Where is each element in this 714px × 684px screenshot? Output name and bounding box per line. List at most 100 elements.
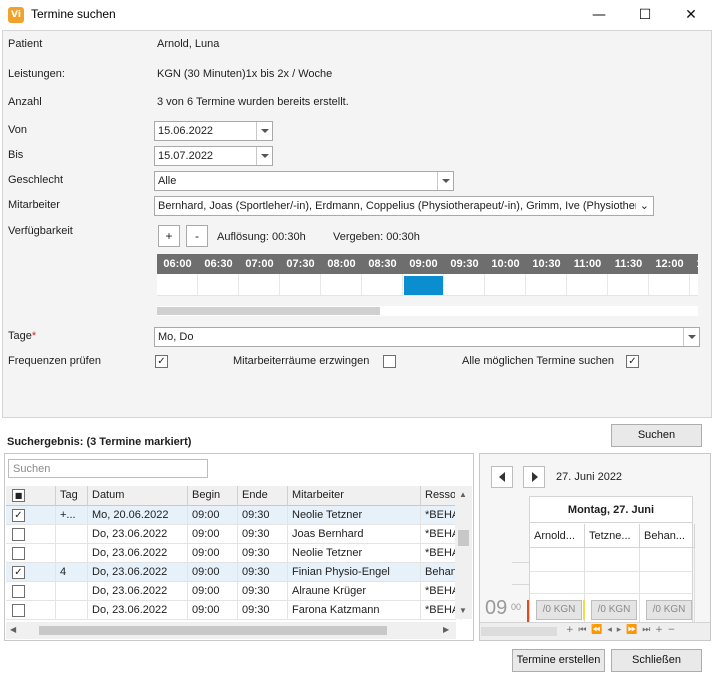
von-date-value: 15.06.2022 <box>158 125 214 137</box>
table-row[interactable]: ✓ 4 Do, 23.06.2022 09:00 09:30 Finian Physio-… <box>6 563 461 582</box>
scroll-up-icon[interactable]: ▲ <box>459 490 467 499</box>
timeline-scroll-thumb[interactable] <box>157 307 380 315</box>
timeline-slot[interactable] <box>321 274 362 295</box>
timeline-hour-label: 07:30 <box>286 258 315 270</box>
timeline-slot[interactable] <box>526 274 567 295</box>
column-header[interactable]: Begin <box>188 486 238 506</box>
frequenzen-checkbox[interactable]: ✓ <box>155 355 168 368</box>
table-row[interactable]: ✓ +... Mo, 20.06.2022 09:00 09:30 Neolie Tetz… <box>6 506 461 525</box>
column-header[interactable]: Ende <box>238 486 288 506</box>
appointment-slot[interactable]: /0 KGN <box>646 600 692 620</box>
maximize-button[interactable]: ☐ <box>622 0 668 30</box>
zoom-in-button[interactable]: + <box>158 225 180 247</box>
mitarbeiter-select[interactable]: Bernhard, Joas (Sportleher/-in), Erdmann… <box>154 196 654 216</box>
timeline-scrollbar[interactable] <box>157 306 698 316</box>
vergeben-text: Vergeben: 00:30h <box>333 231 420 243</box>
bis-date-field[interactable]: 15.07.2022 <box>154 146 273 166</box>
timeline-slot[interactable] <box>157 274 198 295</box>
timeline-slot[interactable] <box>567 274 608 295</box>
bis-label: Bis <box>8 149 24 161</box>
vertical-scroll-thumb[interactable] <box>458 530 469 546</box>
timeline-selected-slot[interactable] <box>404 276 443 295</box>
column-header[interactable]: Tag <box>56 486 88 506</box>
row-checkbox-cell[interactable] <box>6 582 56 601</box>
tage-select[interactable]: Mo, Do <box>154 327 700 347</box>
select-all-header[interactable]: ■ <box>6 486 56 506</box>
chevron-down-icon[interactable] <box>256 147 272 165</box>
appointment-slot[interactable]: /0 KGN <box>591 600 637 620</box>
row-checkbox[interactable] <box>12 585 25 598</box>
table-row[interactable]: Do, 23.06.2022 09:00 09:30 Farona Katzmann *… <box>6 601 461 620</box>
mitarbeiter-label: Mitarbeiter <box>8 199 60 211</box>
cell-tag <box>56 544 88 563</box>
timeline-slot[interactable] <box>649 274 690 295</box>
row-checkbox[interactable] <box>12 604 25 617</box>
von-date-field[interactable]: 15.06.2022 <box>154 121 273 141</box>
calendar-pane: 27. Juni 2022 Montag, 27. Juni Arnold...… <box>479 453 711 641</box>
next-day-button[interactable] <box>523 466 545 488</box>
cell-begin: 09:00 <box>188 601 238 620</box>
window-title: Termine suchen <box>31 7 116 21</box>
mitarbeiterraeume-checkbox[interactable] <box>383 355 396 368</box>
timeline-slot[interactable] <box>362 274 403 295</box>
geschlecht-value: Alle <box>158 175 177 187</box>
row-checkbox-cell[interactable] <box>6 544 56 563</box>
cell-begin: 09:00 <box>188 563 238 582</box>
timeline-slot[interactable] <box>608 274 649 295</box>
timeline-slot[interactable] <box>280 274 321 295</box>
vertical-scrollbar[interactable]: ▲ ▼ <box>455 486 472 619</box>
mitarbeiterraeume-label: Mitarbeiterräume erzwingen <box>233 355 370 367</box>
scroll-down-icon[interactable]: ▼ <box>459 606 467 615</box>
chevron-down-icon[interactable]: ⌄ <box>640 199 649 212</box>
row-checkbox-cell[interactable]: ✓ <box>6 506 56 525</box>
timeline-row[interactable] <box>157 274 698 296</box>
row-checkbox-cell[interactable] <box>6 525 56 544</box>
row-checkbox[interactable] <box>12 547 25 560</box>
close-dialog-button[interactable]: Schließen <box>611 649 702 672</box>
resource-header: Behan... <box>640 524 695 548</box>
scroll-right-icon[interactable]: ▶ <box>443 625 449 634</box>
row-checkbox-cell[interactable] <box>6 601 56 620</box>
horizontal-scrollbar[interactable]: ◀ ▶ <box>6 622 456 639</box>
calendar-scroll-track[interactable] <box>481 627 557 636</box>
timeline-slot[interactable] <box>485 274 526 295</box>
minimize-button[interactable]: — <box>576 0 622 30</box>
chevron-down-icon[interactable] <box>256 122 272 140</box>
alle-termine-label: Alle möglichen Termine suchen <box>462 355 615 367</box>
zoom-out-button[interactable]: - <box>186 225 208 247</box>
table-row[interactable]: Do, 23.06.2022 09:00 09:30 Joas Bernhard *BE… <box>6 525 461 544</box>
row-checkbox[interactable] <box>12 528 25 541</box>
cell-tag: +... <box>56 506 88 525</box>
table-row[interactable]: Do, 23.06.2022 09:00 09:30 Alraune Krüger *B… <box>6 582 461 601</box>
appointment-slot[interactable]: /0 KGN <box>536 600 582 620</box>
select-all-checkbox[interactable]: ■ <box>12 489 25 502</box>
chevron-down-icon[interactable] <box>437 172 453 190</box>
row-checkbox[interactable]: ✓ <box>12 509 25 522</box>
row-checkbox[interactable]: ✓ <box>12 566 25 579</box>
timeline-slot[interactable] <box>690 274 698 295</box>
horizontal-scroll-thumb[interactable] <box>39 626 387 635</box>
geschlecht-select[interactable]: Alle <box>154 171 454 191</box>
calendar-navigator[interactable]: + ⏮ ⏪ ◂ ▸ ⏩ ⏭ + − <box>566 625 676 635</box>
cell-tag <box>56 525 88 544</box>
prev-day-button[interactable] <box>491 466 513 488</box>
column-header[interactable]: Mitarbeiter <box>288 486 421 506</box>
anzahl-label: Anzahl <box>8 96 42 108</box>
timeline-slot[interactable] <box>239 274 280 295</box>
close-button[interactable]: ✕ <box>668 0 714 30</box>
alle-termine-checkbox[interactable]: ✓ <box>626 355 639 368</box>
search-button[interactable]: Suchen <box>611 424 702 447</box>
create-appointments-button[interactable]: Termine erstellen <box>512 649 605 672</box>
timeline-slot[interactable] <box>444 274 485 295</box>
required-marker: * <box>31 330 37 342</box>
chevron-down-icon[interactable] <box>683 328 699 346</box>
column-header[interactable]: Datum <box>88 486 188 506</box>
table-row[interactable]: Do, 23.06.2022 09:00 09:30 Neolie Tetzner *B… <box>6 544 461 563</box>
cell-datum: Do, 23.06.2022 <box>88 544 188 563</box>
scroll-left-icon[interactable]: ◀ <box>10 625 16 634</box>
cell-mitarbeiter: Neolie Tetzner <box>288 506 421 525</box>
timeline-hour-label: 08:30 <box>368 258 397 270</box>
timeline-slot[interactable] <box>198 274 239 295</box>
results-filter-input[interactable]: Suchen <box>8 459 208 478</box>
row-checkbox-cell[interactable]: ✓ <box>6 563 56 582</box>
